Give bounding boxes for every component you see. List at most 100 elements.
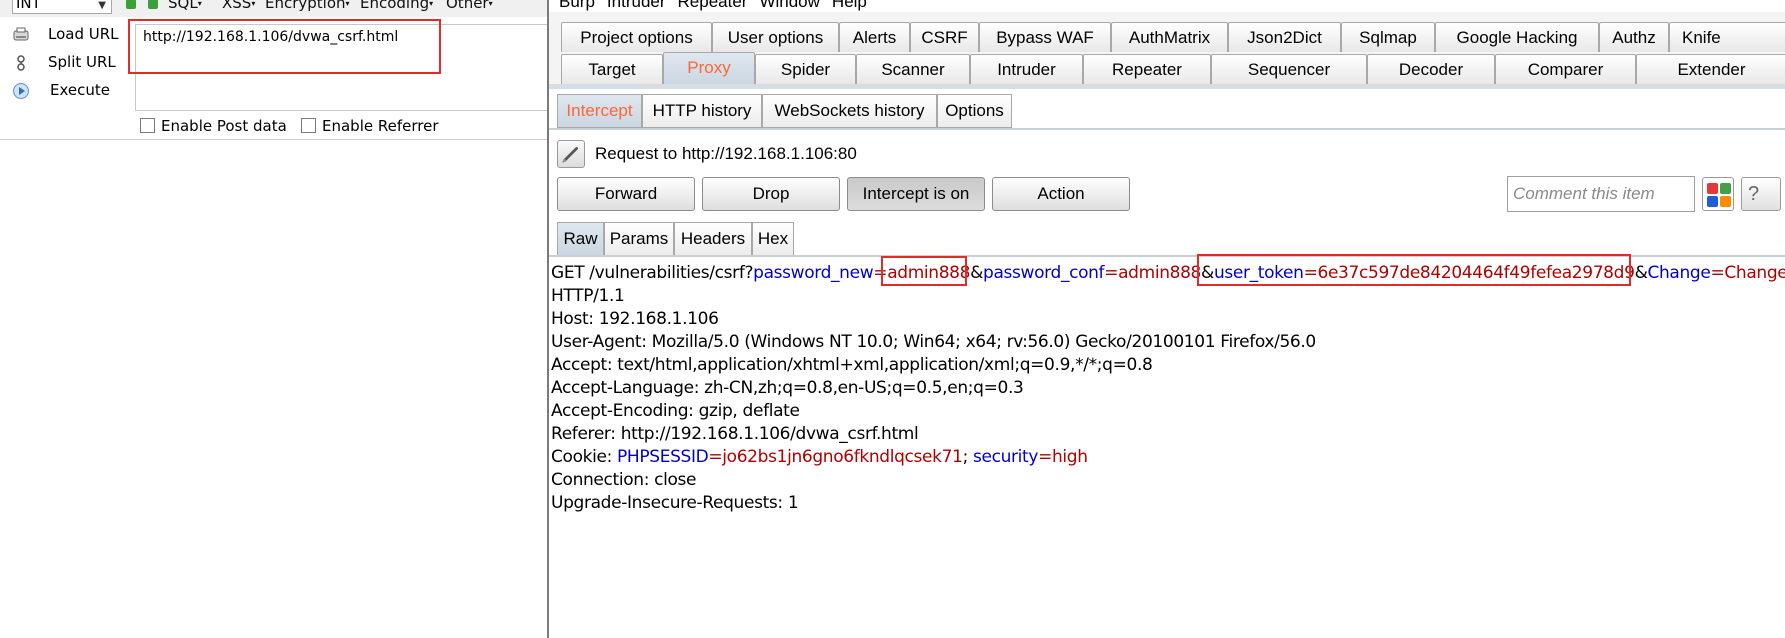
menu-burp[interactable]: Burp	[559, 0, 595, 11]
highlight-color-button[interactable]	[1702, 177, 1734, 211]
param-value: admin888	[887, 263, 971, 283]
param-value: admin888	[1118, 263, 1202, 283]
menu-intruder[interactable]: Intruder	[607, 0, 666, 11]
param-eq: =	[1303, 263, 1318, 283]
tab-authz[interactable]: Authz	[1599, 22, 1669, 52]
enable-referrer-label: Enable Referrer	[322, 117, 439, 135]
load-url-button[interactable]: Load URL	[8, 23, 128, 47]
tab-sequencer[interactable]: Sequencer	[1211, 54, 1367, 84]
url-textarea[interactable]: http://192.168.1.106/dvwa_csrf.html	[135, 24, 547, 111]
param-sep: &	[1201, 263, 1214, 283]
view-tab-params[interactable]: Params	[604, 222, 674, 256]
request-method-path: GET /vulnerabilities/csrf?	[551, 263, 754, 283]
tab-google-hacking[interactable]: Google Hacking	[1435, 22, 1599, 52]
split-url-button[interactable]: Split URL	[8, 51, 128, 75]
tab-intruder[interactable]: Intruder	[970, 54, 1083, 84]
subtab-intercept[interactable]: Intercept	[557, 94, 642, 128]
menu-help[interactable]: Help	[832, 0, 867, 11]
execute-label: Execute	[50, 81, 110, 99]
play-icon	[13, 83, 29, 99]
checkbox-icon	[301, 118, 316, 133]
param-value: Change	[1724, 263, 1785, 283]
injection-type-value: INT	[16, 0, 41, 12]
param-name: user_token	[1213, 263, 1304, 283]
burp-menubar: Burp Intruder Repeater Window Help	[549, 0, 869, 11]
param-sep: &	[1634, 263, 1648, 283]
intercept-toggle-button[interactable]: Intercept is on	[847, 177, 985, 211]
tab-spider[interactable]: Spider	[755, 54, 856, 84]
param-name: Change	[1647, 263, 1711, 283]
view-tab-headers[interactable]: Headers	[674, 222, 752, 256]
tab-extender[interactable]: Extender	[1636, 54, 1785, 84]
view-tab-raw[interactable]: Raw	[557, 222, 604, 256]
split-url-icon	[17, 55, 25, 71]
menu-xss[interactable]: XSS▾	[222, 0, 255, 12]
comment-input[interactable]: Comment this item	[1507, 176, 1695, 212]
increase-icon[interactable]	[148, 0, 158, 9]
tab-scanner[interactable]: Scanner	[856, 54, 970, 84]
header-cookie: Cookie: PHPSESSID=jo62bs1jn6gno6fkndlqcs…	[551, 446, 1785, 469]
comment-placeholder: Comment this item	[1513, 184, 1655, 203]
tab-user-options[interactable]: User options	[712, 22, 839, 52]
url-value: http://192.168.1.106/dvwa_csrf.html	[143, 29, 399, 45]
tab-target[interactable]: Target	[561, 54, 663, 84]
menu-window[interactable]: Window	[759, 0, 819, 11]
param-eq: =	[873, 263, 888, 283]
tab-sqlmap[interactable]: Sqlmap	[1341, 22, 1435, 52]
tab-comparer[interactable]: Comparer	[1495, 54, 1636, 84]
menu-encryption-label: Encryption	[265, 0, 346, 12]
burp-window: Burp Intruder Repeater Window Help Project o…	[547, 0, 1785, 638]
drop-button[interactable]: Drop	[702, 177, 840, 211]
tab-knife[interactable]: Knife	[1669, 22, 1785, 52]
hackbar-divider	[0, 139, 547, 140]
view-tab-hex[interactable]: Hex	[752, 222, 794, 256]
subtab-websockets-history[interactable]: WebSockets history	[762, 94, 937, 128]
tab-repeater[interactable]: Repeater	[1083, 54, 1211, 84]
tab-json2dict[interactable]: Json2Dict	[1228, 22, 1341, 52]
param-sep: &	[970, 263, 984, 283]
dropdown-arrow-icon: ▾	[197, 0, 202, 8]
menu-repeater[interactable]: Repeater	[678, 0, 748, 11]
header-connection: Connection: close	[551, 470, 697, 490]
param-eq: =	[1710, 263, 1725, 283]
decrease-icon[interactable]	[126, 0, 136, 9]
header-accept-language: Accept-Language: zh-CN,zh;q=0.8,en-US;q=…	[551, 378, 1024, 398]
subtab-options[interactable]: Options	[937, 94, 1012, 128]
tab-proxy[interactable]: Proxy	[663, 52, 755, 85]
subtab-divider	[549, 128, 1785, 130]
color-swatch-icon	[1720, 183, 1731, 194]
cookie-eq: =	[708, 447, 723, 467]
raw-request-editor[interactable]: GET /vulnerabilities/csrf?password_new=a…	[551, 262, 1785, 515]
tab-bypass-waf[interactable]: Bypass WAF	[979, 22, 1111, 52]
tab-decoder[interactable]: Decoder	[1367, 54, 1495, 84]
enable-post-checkbox[interactable]: Enable Post data	[140, 117, 287, 137]
color-swatch-icon	[1720, 196, 1731, 207]
menu-encryption[interactable]: Encryption▾	[265, 0, 350, 12]
subtab-http-history[interactable]: HTTP history	[642, 94, 762, 128]
action-button[interactable]: Action	[992, 177, 1130, 211]
http-version: HTTP/1.1	[551, 286, 625, 306]
cookie-label: Cookie:	[551, 447, 618, 467]
color-swatch-icon	[1707, 196, 1718, 207]
menu-sql-label: SQL	[168, 0, 198, 12]
dropdown-arrow-icon: ▾	[488, 0, 493, 8]
header-accept: Accept: text/html,application/xhtml+xml,…	[551, 355, 1153, 375]
enable-post-label: Enable Post data	[161, 117, 287, 135]
tab-alerts[interactable]: Alerts	[839, 22, 910, 52]
forward-button[interactable]: Forward	[557, 177, 695, 211]
menu-encoding[interactable]: Encoding▾	[360, 0, 433, 12]
injection-type-select[interactable]: INT ▼	[12, 0, 112, 14]
enable-referrer-checkbox[interactable]: Enable Referrer	[301, 117, 438, 137]
cookie-value: jo62bs1jn6gno6fkndlqcsek71	[722, 447, 963, 467]
tab-project-options[interactable]: Project options	[561, 22, 712, 52]
tab-csrf[interactable]: CSRF	[910, 22, 979, 52]
param-name: password_new	[753, 263, 874, 283]
tab-authmatrix[interactable]: AuthMatrix	[1111, 22, 1228, 52]
menu-sql[interactable]: SQL▾	[168, 0, 202, 12]
help-button[interactable]: ?	[1741, 177, 1781, 211]
menu-encoding-label: Encoding	[360, 0, 430, 12]
execute-button[interactable]: Execute	[8, 79, 128, 103]
dropdown-arrow-icon: ▾	[429, 0, 434, 8]
menu-other[interactable]: Other▾	[446, 0, 493, 12]
param-eq: =	[1104, 263, 1119, 283]
